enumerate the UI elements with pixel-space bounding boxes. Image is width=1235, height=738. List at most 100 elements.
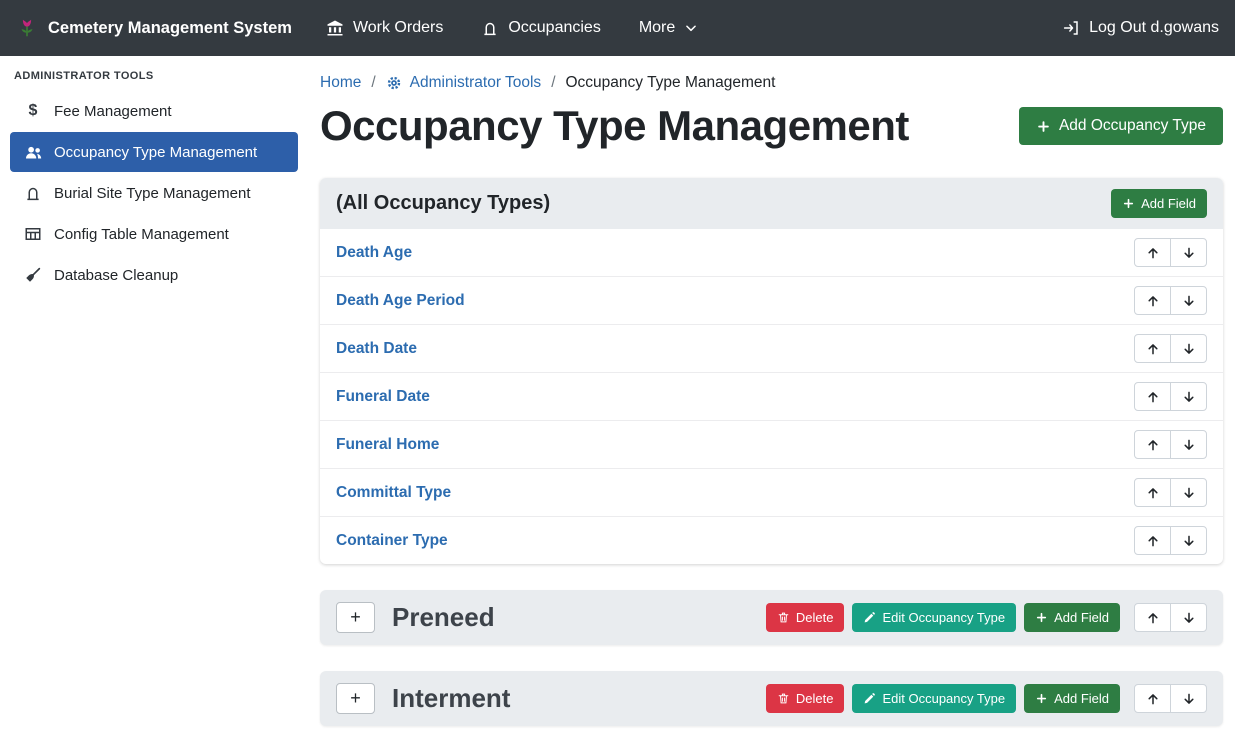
- field-link-container-type[interactable]: Container Type: [336, 532, 448, 550]
- arrow-up-icon: [1146, 438, 1160, 452]
- move-up-button[interactable]: [1134, 286, 1171, 315]
- sidebar-item-database-cleanup[interactable]: Database Cleanup: [10, 255, 298, 295]
- move-down-button[interactable]: [1170, 238, 1207, 267]
- nav-work-orders-label: Work Orders: [353, 19, 443, 37]
- pencil-icon: [863, 692, 876, 705]
- move-down-button[interactable]: [1170, 286, 1207, 315]
- title-row: Occupancy Type Management Add Occupancy …: [320, 102, 1223, 150]
- sidebar-item-config-table-management[interactable]: Config Table Management: [10, 214, 298, 254]
- expand-section-button[interactable]: +: [336, 602, 375, 633]
- move-up-button[interactable]: [1134, 382, 1171, 411]
- arrow-down-icon: [1182, 486, 1196, 500]
- all-occupancy-types-header: (All Occupancy Types) Add Field: [320, 178, 1223, 229]
- sidebar: ADMINISTRATOR TOOLS $ Fee Management Occ…: [0, 56, 308, 738]
- nav-occupancies[interactable]: Occupancies: [481, 19, 601, 37]
- field-link-death-age[interactable]: Death Age: [336, 244, 412, 262]
- edit-occupancy-type-button[interactable]: Edit Occupancy Type: [852, 603, 1016, 632]
- edit-occupancy-type-button[interactable]: Edit Occupancy Type: [852, 684, 1016, 713]
- delete-button[interactable]: Delete: [766, 603, 845, 632]
- add-field-button[interactable]: Add Field: [1111, 189, 1207, 218]
- main-nav: Work Orders Occupancies More: [326, 19, 698, 37]
- field-link-death-age-period[interactable]: Death Age Period: [336, 292, 465, 310]
- move-up-button[interactable]: [1134, 238, 1171, 267]
- breadcrumb-administrator-tools-label: Administrator Tools: [410, 74, 542, 92]
- plus-icon: [1035, 611, 1048, 624]
- field-row: Committal Type: [320, 469, 1223, 517]
- arrow-up-icon: [1146, 390, 1160, 404]
- arrow-up-icon: [1146, 246, 1160, 260]
- add-field-label: Add Field: [1054, 610, 1109, 625]
- occupancy-type-section-interment: + Interment Delete Edit Occupancy Type A…: [320, 671, 1223, 726]
- add-occupancy-type-label: Add Occupancy Type: [1059, 117, 1206, 135]
- field-row: Funeral Date: [320, 373, 1223, 421]
- field-row: Death Date: [320, 325, 1223, 373]
- move-down-button[interactable]: [1170, 430, 1207, 459]
- reorder-button-group: [1134, 382, 1207, 411]
- arrow-up-icon: [1146, 342, 1160, 356]
- nav-occupancies-label: Occupancies: [508, 19, 601, 37]
- add-field-button[interactable]: Add Field: [1024, 684, 1120, 713]
- logout-label: Log Out d.gowans: [1089, 19, 1219, 37]
- move-up-button[interactable]: [1134, 430, 1171, 459]
- app-brand[interactable]: Cemetery Management System: [16, 17, 292, 39]
- field-link-committal-type[interactable]: Committal Type: [336, 484, 451, 502]
- edit-label: Edit Occupancy Type: [882, 610, 1005, 625]
- sidebar-item-label: Occupancy Type Management: [54, 144, 257, 161]
- add-occupancy-type-button[interactable]: Add Occupancy Type: [1019, 107, 1223, 145]
- field-link-death-date[interactable]: Death Date: [336, 340, 417, 358]
- arrow-up-icon: [1146, 294, 1160, 308]
- field-link-funeral-date[interactable]: Funeral Date: [336, 388, 430, 406]
- expand-section-button[interactable]: +: [336, 683, 375, 714]
- logout-button[interactable]: Log Out d.gowans: [1062, 19, 1219, 37]
- field-row: Death Age: [320, 229, 1223, 277]
- delete-button[interactable]: Delete: [766, 684, 845, 713]
- move-up-button[interactable]: [1134, 478, 1171, 507]
- section-actions: Delete Edit Occupancy Type Add Field: [766, 684, 1207, 713]
- reorder-button-group: [1134, 430, 1207, 459]
- nav-work-orders[interactable]: Work Orders: [326, 19, 443, 37]
- gear-icon: [386, 75, 402, 91]
- card-title: (All Occupancy Types): [336, 192, 550, 215]
- nav-more-label: More: [639, 19, 675, 37]
- edit-label: Edit Occupancy Type: [882, 691, 1005, 706]
- field-row: Death Age Period: [320, 277, 1223, 325]
- move-section-up-button[interactable]: [1134, 603, 1171, 632]
- move-section-down-button[interactable]: [1170, 603, 1207, 632]
- move-section-down-button[interactable]: [1170, 684, 1207, 713]
- arrow-down-icon: [1182, 534, 1196, 548]
- breadcrumb-home[interactable]: Home: [320, 74, 361, 92]
- sidebar-item-occupancy-type-management[interactable]: Occupancy Type Management: [10, 132, 298, 172]
- logout-icon: [1062, 19, 1080, 37]
- move-down-button[interactable]: [1170, 526, 1207, 555]
- arrow-down-icon: [1182, 611, 1196, 625]
- arrow-up-icon: [1146, 486, 1160, 500]
- sidebar-item-burial-site-type-management[interactable]: Burial Site Type Management: [10, 173, 298, 213]
- delete-label: Delete: [796, 610, 834, 625]
- occupancies-icon: [481, 19, 499, 37]
- arrow-up-icon: [1146, 534, 1160, 548]
- sidebar-heading: ADMINISTRATOR TOOLS: [0, 60, 308, 90]
- all-occupancy-types-card: (All Occupancy Types) Add Field Death Ag…: [320, 178, 1223, 564]
- plus-icon: [1122, 197, 1135, 210]
- move-up-button[interactable]: [1134, 526, 1171, 555]
- move-down-button[interactable]: [1170, 382, 1207, 411]
- breadcrumb-separator: /: [371, 74, 375, 92]
- move-down-button[interactable]: [1170, 478, 1207, 507]
- pencil-icon: [863, 611, 876, 624]
- flower-logo-icon: [16, 17, 38, 39]
- move-up-button[interactable]: [1134, 334, 1171, 363]
- sidebar-item-label: Fee Management: [54, 103, 172, 120]
- sidebar-item-label: Burial Site Type Management: [54, 185, 251, 202]
- move-section-up-button[interactable]: [1134, 684, 1171, 713]
- move-down-button[interactable]: [1170, 334, 1207, 363]
- add-field-label: Add Field: [1141, 196, 1196, 211]
- sidebar-item-fee-management[interactable]: $ Fee Management: [10, 91, 298, 131]
- sidebar-item-label: Database Cleanup: [54, 267, 178, 284]
- breadcrumb-administrator-tools[interactable]: Administrator Tools: [386, 74, 542, 92]
- arrow-up-icon: [1146, 692, 1160, 706]
- add-field-button[interactable]: Add Field: [1024, 603, 1120, 632]
- field-link-funeral-home[interactable]: Funeral Home: [336, 436, 439, 454]
- nav-more[interactable]: More: [639, 19, 698, 37]
- work-orders-icon: [326, 19, 344, 37]
- arrow-down-icon: [1182, 692, 1196, 706]
